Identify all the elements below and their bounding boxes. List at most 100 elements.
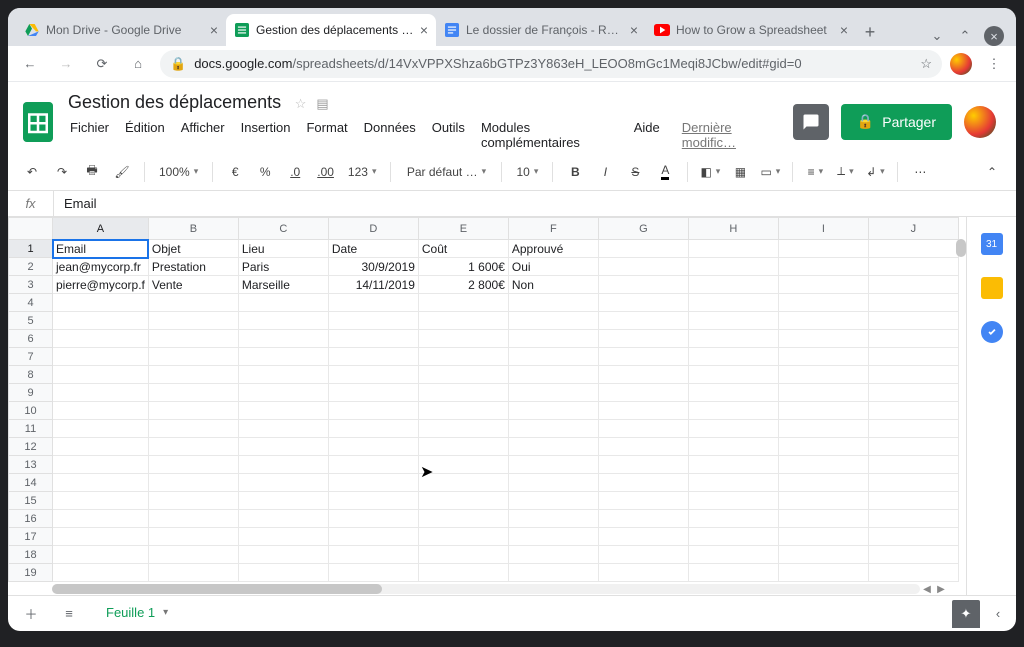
cell[interactable]	[778, 366, 868, 384]
cell[interactable]	[238, 294, 328, 312]
cell[interactable]	[868, 348, 958, 366]
cell[interactable]	[778, 438, 868, 456]
formula-input[interactable]: Email	[54, 191, 1016, 216]
cell[interactable]	[778, 456, 868, 474]
cell[interactable]	[868, 438, 958, 456]
cell[interactable]	[688, 294, 778, 312]
cell[interactable]	[418, 456, 508, 474]
cell[interactable]	[328, 546, 418, 564]
cell[interactable]	[598, 456, 688, 474]
sheets-logo-icon[interactable]	[20, 98, 56, 146]
row-header[interactable]: 3	[9, 276, 53, 294]
cell[interactable]	[328, 492, 418, 510]
v-align-button[interactable]: ⟂	[833, 159, 857, 185]
cell[interactable]	[238, 492, 328, 510]
cell[interactable]	[418, 510, 508, 528]
spreadsheet-grid[interactable]: ABCDEFGHIJ1EmailObjetLieuDateCoûtApprouv…	[8, 217, 966, 595]
vertical-scrollbar[interactable]	[956, 239, 966, 257]
cell[interactable]: 2 800€	[418, 276, 508, 294]
calendar-icon[interactable]: 31	[981, 233, 1003, 255]
cell[interactable]: Objet	[148, 240, 238, 258]
close-icon[interactable]: ×	[840, 22, 848, 38]
cell[interactable]: Approuvé	[508, 240, 598, 258]
more-icon[interactable]: ⋯	[908, 159, 932, 185]
cell[interactable]: Email	[53, 240, 149, 258]
row-header[interactable]: 10	[9, 402, 53, 420]
row-header[interactable]: 16	[9, 510, 53, 528]
cell[interactable]	[778, 294, 868, 312]
cell[interactable]	[688, 348, 778, 366]
cell[interactable]	[778, 258, 868, 276]
cell[interactable]	[328, 330, 418, 348]
cell[interactable]	[778, 420, 868, 438]
cell[interactable]	[598, 258, 688, 276]
cell[interactable]	[688, 240, 778, 258]
cell[interactable]	[868, 240, 958, 258]
cell[interactable]	[53, 510, 149, 528]
cell[interactable]	[238, 402, 328, 420]
cell[interactable]	[238, 510, 328, 528]
cell[interactable]	[688, 438, 778, 456]
cell[interactable]	[418, 294, 508, 312]
cell[interactable]	[688, 276, 778, 294]
cell[interactable]	[53, 456, 149, 474]
last-modified-link[interactable]: Dernière modific…	[676, 117, 785, 153]
column-header[interactable]: G	[598, 218, 688, 240]
cell[interactable]	[688, 366, 778, 384]
cell[interactable]	[868, 528, 958, 546]
row-header[interactable]: 1	[9, 240, 53, 258]
column-header[interactable]: F	[508, 218, 598, 240]
explore-button[interactable]: ✦	[952, 600, 980, 628]
cell[interactable]	[148, 420, 238, 438]
cell[interactable]	[238, 546, 328, 564]
increase-decimal-button[interactable]: .00	[313, 159, 338, 185]
cell[interactable]: Paris	[238, 258, 328, 276]
cell[interactable]	[508, 294, 598, 312]
close-icon[interactable]: ×	[210, 22, 218, 38]
add-sheet-button[interactable]: ＋	[16, 599, 46, 629]
cell[interactable]	[688, 492, 778, 510]
zoom-select[interactable]: 100%	[155, 159, 202, 185]
row-header[interactable]: 15	[9, 492, 53, 510]
cell[interactable]	[53, 492, 149, 510]
column-header[interactable]: E	[418, 218, 508, 240]
percent-button[interactable]: %	[253, 159, 277, 185]
cell[interactable]	[868, 258, 958, 276]
cell[interactable]	[53, 312, 149, 330]
cell[interactable]: Non	[508, 276, 598, 294]
profile-avatar[interactable]	[950, 53, 972, 75]
folder-icon[interactable]: ▤	[316, 96, 328, 112]
row-header[interactable]: 8	[9, 366, 53, 384]
font-size-select[interactable]: 10	[512, 159, 542, 185]
cell[interactable]	[508, 474, 598, 492]
collapse-toolbar-button[interactable]: ⌃	[980, 159, 1004, 185]
cell[interactable]	[238, 348, 328, 366]
currency-button[interactable]: €	[223, 159, 247, 185]
cell[interactable]	[778, 564, 868, 582]
cell[interactable]	[53, 384, 149, 402]
cell[interactable]	[148, 456, 238, 474]
cell[interactable]	[238, 420, 328, 438]
cell[interactable]: jean@mycorp.fr	[53, 258, 149, 276]
cell[interactable]	[778, 510, 868, 528]
browser-tab[interactable]: Gestion des déplacements - G ×	[226, 14, 436, 46]
bold-button[interactable]: B	[563, 159, 587, 185]
decrease-decimal-button[interactable]: .0	[283, 159, 307, 185]
close-icon[interactable]: ×	[630, 22, 638, 38]
browser-menu-icon[interactable]: ⋮	[980, 50, 1008, 78]
more-formats-button[interactable]: 123	[344, 159, 381, 185]
paint-format-button[interactable]: 🖌	[110, 159, 134, 185]
all-sheets-button[interactable]: ≡	[54, 599, 84, 629]
cell[interactable]	[148, 474, 238, 492]
cell[interactable]	[328, 384, 418, 402]
horizontal-scrollbar[interactable]: ◀ ▶	[52, 583, 948, 595]
cell[interactable]	[148, 330, 238, 348]
cell[interactable]	[328, 366, 418, 384]
cell[interactable]	[688, 402, 778, 420]
cell[interactable]	[508, 348, 598, 366]
cell[interactable]	[688, 258, 778, 276]
cell[interactable]	[53, 438, 149, 456]
menu-modules[interactable]: Modules complémentaires	[475, 117, 624, 153]
cell[interactable]	[508, 420, 598, 438]
column-header[interactable]: A	[53, 218, 149, 240]
